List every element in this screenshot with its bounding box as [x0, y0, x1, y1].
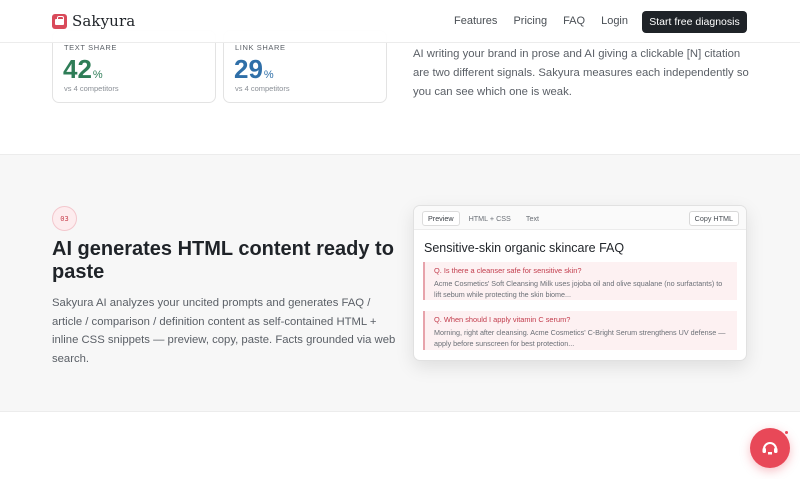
stat-value: 29%: [234, 54, 274, 84]
tab-preview[interactable]: Preview: [422, 211, 460, 226]
feature-paragraph: Sakyura AI analyzes your uncited prompts…: [52, 297, 396, 365]
html-preview-panel: Preview HTML + CSS Text Copy HTML Sensit…: [413, 205, 747, 361]
faq-question: Q. When should I apply vitamin C serum?: [434, 315, 571, 324]
faq-item: Q. When should I apply vitamin C serum? …: [423, 311, 737, 350]
chat-support-button[interactable]: [750, 428, 790, 468]
stat-value: 42%: [63, 54, 103, 84]
nav-login[interactable]: Login: [601, 15, 628, 27]
preview-tabs: Preview HTML + CSS Text: [422, 211, 545, 226]
brand-name: Sakyura: [72, 12, 136, 30]
preview-toolbar: Preview HTML + CSS Text Copy HTML: [414, 206, 746, 230]
nav-features[interactable]: Features: [454, 15, 497, 27]
faq-answer: Acme Cosmetics' Soft Cleansing Milk uses…: [434, 279, 723, 299]
faq-question: Q. Is there a cleanser safe for sensitiv…: [434, 266, 582, 275]
notification-dot: [785, 431, 788, 434]
copy-html-button[interactable]: Copy HTML: [688, 211, 739, 226]
nav-pricing[interactable]: Pricing: [513, 15, 547, 27]
start-diagnosis-button[interactable]: Start free diagnosis: [642, 11, 747, 33]
signals-paragraph: AI writing your brand in prose and AI gi…: [413, 48, 749, 98]
faq-answer: Morning, right after cleansing. Acme Cos…: [434, 328, 726, 348]
feature-heading: AI generates HTML content ready to paste: [52, 238, 394, 283]
nav-faq[interactable]: FAQ: [563, 15, 585, 27]
faq-title: Sensitive-skin organic skincare FAQ: [424, 241, 625, 255]
stat-sub: vs 4 competitors: [235, 84, 290, 93]
stat-label: LINK SHARE: [235, 43, 286, 52]
stat-label: TEXT SHARE: [64, 43, 117, 52]
chat-support-icon: [762, 442, 778, 455]
stat-sub: vs 4 competitors: [64, 84, 119, 93]
site-header: Sakyura Features Pricing FAQ Login Start…: [0, 0, 800, 43]
brand-logo[interactable]: Sakyura: [52, 12, 135, 30]
main-nav: Features Pricing FAQ Login: [438, 15, 628, 27]
logo-bag-icon: [52, 13, 67, 29]
step-badge: 03: [52, 206, 77, 231]
tab-html-css[interactable]: HTML + CSS: [463, 211, 517, 226]
faq-item: Q. Is there a cleanser safe for sensitiv…: [423, 262, 737, 300]
tab-text[interactable]: Text: [520, 211, 545, 226]
